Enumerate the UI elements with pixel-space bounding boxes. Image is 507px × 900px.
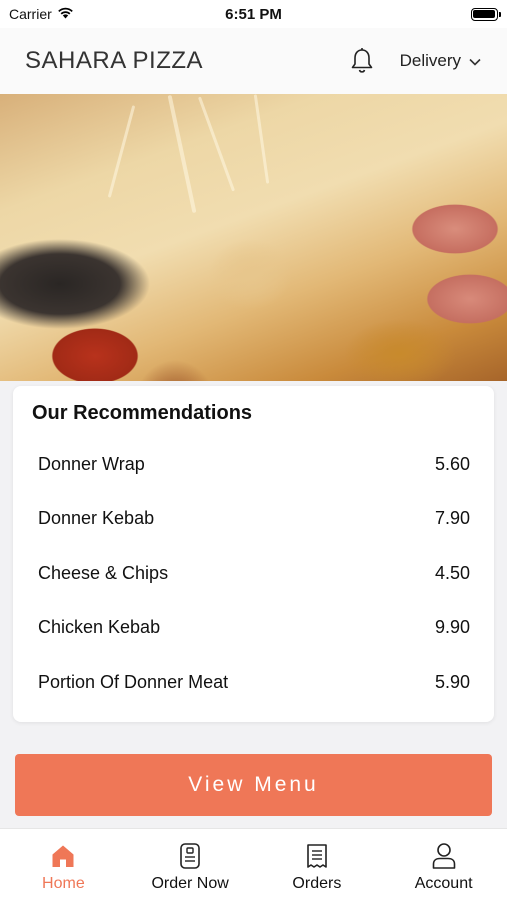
tab-account[interactable]: Account	[380, 829, 507, 900]
wifi-icon	[57, 6, 74, 22]
tab-orders[interactable]: Orders	[254, 829, 381, 900]
recommendation-item[interactable]: Cheese & Chips 4.50	[32, 546, 470, 601]
cheese-strand	[197, 96, 236, 192]
item-name: Donner Kebab	[38, 508, 155, 529]
recommendation-item[interactable]: Donner Wrap 5.60	[32, 437, 470, 492]
status-left: Carrier	[9, 6, 159, 22]
order-mode-dropdown[interactable]: Delivery	[400, 51, 481, 71]
recommendations-card: Our Recommendations Donner Wrap 5.60 Don…	[13, 386, 494, 722]
item-price: 5.90	[434, 671, 470, 692]
bell-icon[interactable]	[348, 46, 376, 76]
tab-label: Orders	[292, 875, 342, 892]
recommendations-title: Our Recommendations	[32, 402, 253, 424]
app-header: SAHARA PIZZA Delivery	[0, 28, 507, 94]
header-actions: Delivery	[348, 46, 481, 76]
cheese-strand	[107, 105, 136, 198]
item-price: 4.50	[434, 562, 470, 583]
order-mode-label: Delivery	[399, 51, 461, 70]
tab-label: Order Now	[151, 875, 229, 892]
status-time: 6:51 PM	[225, 5, 282, 23]
home-icon	[49, 842, 77, 870]
status-right	[348, 7, 501, 21]
bottom-tab-bar: Home Order Now Orders Account	[0, 828, 507, 900]
item-price: 9.90	[434, 617, 470, 638]
carrier-label: Carrier	[9, 6, 52, 22]
item-name: Donner Wrap	[38, 453, 145, 474]
receipt-icon	[303, 842, 331, 870]
recommendation-item[interactable]: Chicken Kebab 9.90	[32, 601, 470, 656]
tab-home[interactable]: Home	[0, 829, 127, 900]
cheese-strand	[167, 94, 197, 214]
hero-pizza-image	[0, 94, 507, 381]
recommendations-list: Donner Wrap 5.60 Donner Kebab 7.90 Chees…	[32, 437, 470, 710]
view-menu-button[interactable]: View Menu	[15, 754, 492, 816]
status-bar: Carrier 6:51 PM	[0, 0, 507, 28]
user-icon	[430, 842, 458, 870]
item-name: Cheese & Chips	[38, 562, 169, 583]
brand-title: SAHARA PIZZA	[25, 47, 204, 74]
tab-label: Account	[414, 875, 473, 892]
item-price: 5.60	[434, 453, 470, 474]
battery-level	[473, 10, 496, 18]
recommendation-item[interactable]: Portion Of Donner Meat 5.90	[32, 655, 470, 710]
chevron-down-icon	[469, 51, 481, 71]
tab-order-now[interactable]: Order Now	[127, 829, 254, 900]
order-icon	[176, 842, 204, 870]
item-price: 7.90	[434, 508, 470, 529]
item-name: Portion Of Donner Meat	[38, 671, 229, 692]
recommendation-item[interactable]: Donner Kebab 7.90	[32, 492, 470, 547]
tab-label: Home	[42, 875, 85, 892]
item-name: Chicken Kebab	[38, 617, 161, 638]
battery-icon	[470, 7, 501, 21]
cheese-strand	[253, 94, 270, 184]
